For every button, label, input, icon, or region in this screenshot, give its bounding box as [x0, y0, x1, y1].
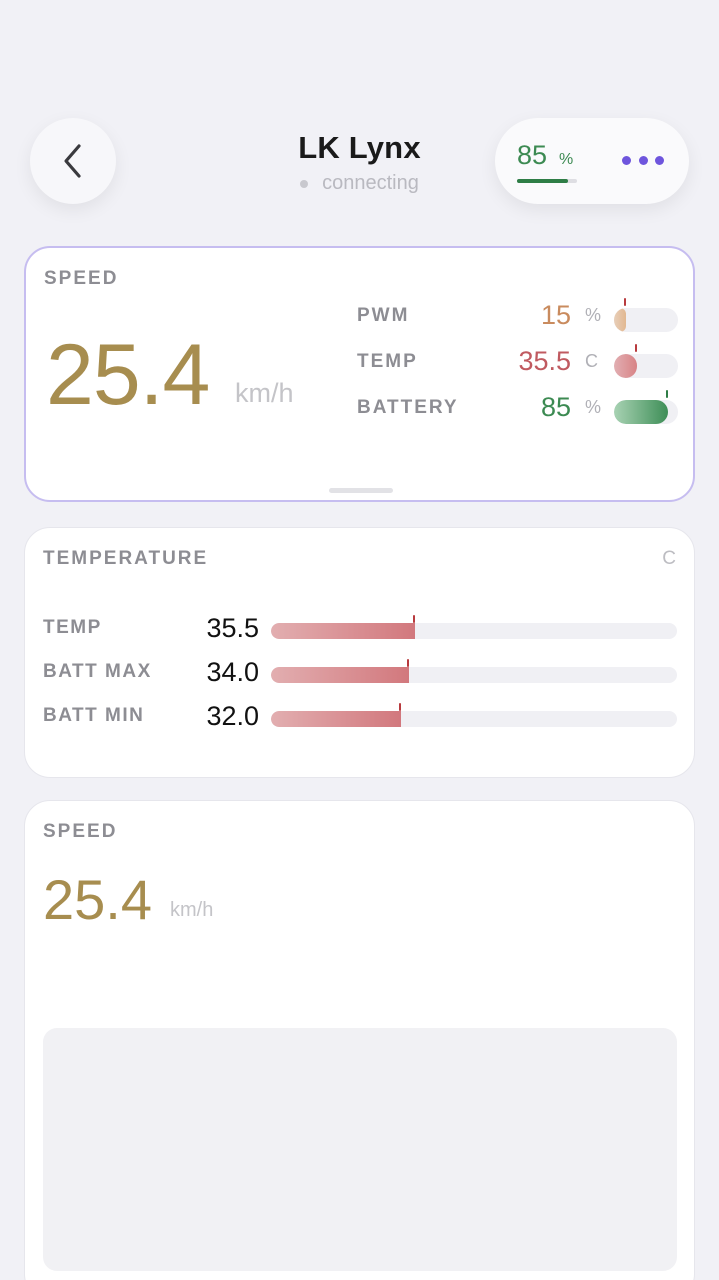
pwm-bar-fill — [614, 308, 626, 332]
header-battery-unit: % — [559, 151, 574, 168]
speed-card-label: SPEED — [44, 268, 119, 289]
batt-min-value: 32.0 — [206, 701, 259, 731]
temp-row-value: 35.5 — [206, 613, 259, 643]
speed-chart-card: SPEED 25.4 km/h — [24, 800, 695, 1280]
batt-min-bar-marker — [398, 703, 401, 711]
pwm-value: 15 — [540, 300, 571, 330]
speed-chart-unit: km/h — [170, 899, 214, 921]
connection-status-text: connecting — [322, 172, 419, 194]
temp-row-bar-marker — [413, 615, 416, 623]
temp-unit: C — [585, 351, 598, 371]
pwm-bar-marker — [624, 298, 626, 306]
header-title-block: LK Lynx connecting — [200, 130, 519, 195]
pwm-label: PWM — [357, 305, 410, 326]
batt-max-value: 34.0 — [206, 657, 259, 687]
pwm-bar — [614, 308, 678, 332]
chevron-left-icon — [64, 144, 81, 178]
temp-value: 35.5 — [518, 346, 571, 376]
battery-unit: % — [585, 397, 602, 417]
battery-bar-marker — [666, 390, 669, 398]
speed-chart-card-label: SPEED — [43, 821, 118, 842]
batt-min-label: BATT MIN — [43, 705, 145, 726]
battery-value: 85 — [540, 392, 571, 422]
pwm-unit: % — [585, 305, 602, 325]
speed-unit: km/h — [235, 378, 294, 408]
batt-max-label: BATT MAX — [43, 661, 152, 682]
speed-chart-area — [43, 1028, 677, 1271]
device-title: LK Lynx — [298, 130, 421, 165]
batt-min-bar — [271, 711, 677, 727]
temperature-unit: C — [662, 548, 676, 569]
back-button[interactable] — [30, 118, 116, 204]
temp-row-label: TEMP — [43, 617, 102, 638]
temperature-card-label: TEMPERATURE — [43, 548, 209, 569]
battery-menu-pill[interactable]: 85 % — [495, 118, 689, 204]
temperature-card: TEMPERATURE C TEMP 35.5 BATT MAX 34.0 BA… — [24, 527, 695, 778]
header-battery-bar — [517, 179, 577, 183]
battery-bar — [614, 400, 678, 424]
batt-min-bar-fill — [271, 711, 401, 727]
connection-status: connecting — [200, 172, 519, 195]
speed-summary-card[interactable]: SPEED 25.4 km/h PWM 15 % TEMP 35.5 C BAT… — [24, 246, 695, 502]
speed-value: 25.4 — [46, 327, 210, 423]
more-options-icon[interactable] — [622, 156, 664, 168]
batt-max-bar-marker — [407, 659, 410, 667]
battery-label: BATTERY — [357, 397, 459, 418]
header-battery-bar-fill — [517, 179, 568, 183]
temp-bar-marker — [634, 344, 637, 352]
batt-max-bar — [271, 667, 677, 683]
temp-label: TEMP — [357, 351, 418, 372]
dashboard-screen: LK Lynx connecting 85 % SPEED 25.4 km/h … — [0, 0, 719, 1280]
temp-bar-fill — [614, 354, 637, 378]
header-battery-value: 85 — [517, 140, 548, 170]
card-drag-handle[interactable] — [329, 488, 393, 493]
temp-row-bar-fill — [271, 623, 416, 639]
status-dot-icon — [300, 179, 309, 188]
batt-max-bar-fill — [271, 667, 410, 683]
speed-chart-value: 25.4 — [43, 868, 152, 931]
temp-bar — [614, 354, 678, 378]
battery-bar-fill — [614, 400, 669, 424]
temp-row-bar — [271, 623, 677, 639]
